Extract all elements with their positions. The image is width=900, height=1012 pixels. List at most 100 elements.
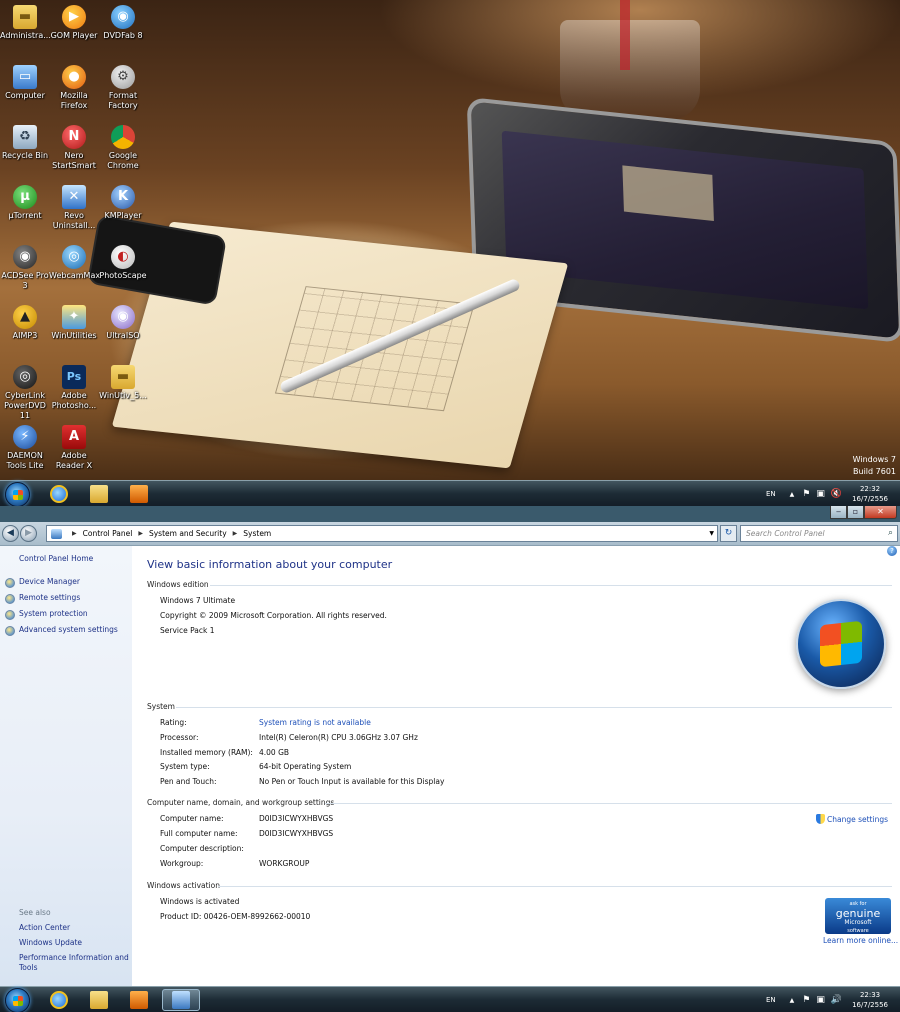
desktop-icon-recycle-bin[interactable]: ♻ Recycle Bin (0, 122, 50, 161)
back-button[interactable]: ◀ (2, 525, 19, 542)
desktop-icon-adobe-reader[interactable]: A Adobe Reader X (49, 422, 99, 471)
shield-icon (5, 610, 15, 620)
genuine-microsoft-badge[interactable]: ask for genuine Microsoft software (825, 898, 891, 934)
taskbar-media-player[interactable] (120, 483, 158, 505)
desktop-icon-webcammax[interactable]: ◎ WebcamMax (49, 242, 100, 281)
activation-status: Windows is activated (160, 897, 240, 906)
desktop-icon-powerdvd[interactable]: ◎ CyberLink PowerDVD 11 (0, 362, 50, 421)
breadcrumb-control-panel[interactable]: Control Panel (83, 529, 133, 538)
webcammax-icon: ◎ (62, 245, 86, 269)
show-hidden-icons-icon[interactable]: ▲ (790, 491, 795, 498)
folder-icon: ▬ (13, 5, 37, 29)
section-divider (210, 585, 892, 586)
desktop-icon-photoshop[interactable]: Ps Adobe Photosho... (49, 362, 99, 411)
wallpaper-straw (620, 0, 630, 70)
desktop-icon-daemon-tools[interactable]: ⚡ DAEMON Tools Lite (0, 422, 50, 471)
desktop-icon-winutilities[interactable]: ✦ WinUtilities (49, 302, 99, 341)
winutilities-icon: ✦ (62, 305, 86, 329)
desktop-icon-computer[interactable]: ▭ Computer (0, 62, 50, 101)
help-button[interactable]: ? (887, 546, 897, 556)
nero-icon: N (62, 125, 86, 149)
language-indicator[interactable]: EN (766, 490, 776, 498)
desktop-icon-dvdfab[interactable]: ◉ DVDFab 8 (98, 2, 148, 41)
window-title-bar[interactable] (0, 506, 900, 522)
search-icon[interactable]: ⌕ (888, 528, 893, 538)
breadcrumb-separator-icon[interactable]: ▶ (138, 530, 143, 537)
service-pack: Service Pack 1 (160, 626, 215, 635)
refresh-button[interactable]: ↻ (720, 525, 737, 542)
breadcrumb-separator-icon[interactable]: ▶ (233, 530, 238, 537)
breadcrumb[interactable]: ▶ Control Panel ▶ System and Security ▶ … (46, 525, 718, 542)
copyright-text: Copyright © 2009 Microsoft Corporation. … (160, 611, 387, 620)
section-divider (218, 886, 892, 887)
taskbar-internet-explorer[interactable] (40, 483, 78, 505)
desktop-icon-chrome[interactable]: Google Chrome (98, 122, 148, 171)
volume-icon[interactable]: 🔇 (831, 489, 842, 499)
windows-update-link[interactable]: Windows Update (19, 938, 82, 947)
taskbar-internet-explorer[interactable] (40, 989, 78, 1011)
rating-label: Rating: (160, 718, 187, 727)
taskbar-media-player[interactable] (120, 989, 158, 1011)
system-protection-link[interactable]: System protection (19, 609, 88, 618)
desktop-icon-ultraiso[interactable]: ◉ UltraISO (98, 302, 148, 341)
clock[interactable]: 22:33 16/7/2556 (852, 990, 888, 1010)
taskbar-control-panel[interactable] (162, 989, 200, 1011)
network-icon[interactable]: ▣ (816, 489, 825, 499)
taskbar-windows-explorer[interactable] (80, 989, 118, 1011)
breadcrumb-system[interactable]: System (243, 529, 271, 538)
desktop-icon-winutiv-folder[interactable]: ▬ WinUtiv_5... (98, 362, 148, 401)
advanced-system-settings-link[interactable]: Advanced system settings (19, 625, 118, 634)
utorrent-icon: µ (13, 185, 37, 209)
desktop-icon-kmplayer[interactable]: K KMPlayer (98, 182, 148, 221)
device-manager-link[interactable]: Device Manager (19, 577, 80, 586)
desktop-icon-format-factory[interactable]: ⚙ Format Factory (98, 62, 148, 111)
close-button[interactable]: ✕ (864, 506, 897, 519)
recycle-bin-icon: ♻ (13, 125, 37, 149)
desktop-icon-administrator[interactable]: ▬ Administra... (0, 2, 51, 41)
wallpaper-cup (560, 20, 700, 120)
desktop-icon-utorrent[interactable]: µ µTorrent (0, 182, 50, 221)
system-rating-link[interactable]: System rating is not available (259, 718, 371, 727)
desktop-icon-acdsee[interactable]: ◉ ACDSee Pro 3 (0, 242, 50, 291)
shield-icon (5, 626, 15, 636)
action-center-link[interactable]: Action Center (19, 923, 70, 932)
language-indicator[interactable]: EN (766, 996, 776, 1004)
desktop-icon-photoscape[interactable]: ◐ PhotoScape (98, 242, 148, 281)
clock[interactable]: 22:32 16/7/2556 (852, 484, 888, 504)
breadcrumb-system-and-security[interactable]: System and Security (149, 529, 227, 538)
breadcrumb-separator-icon[interactable]: ▶ (72, 530, 77, 537)
action-center-flag-icon[interactable]: ⚑ (802, 995, 810, 1005)
desktop-icon-revo[interactable]: ✕ Revo Uninstall... (49, 182, 99, 231)
control-panel-icon (172, 991, 190, 1009)
processor-value: Intel(R) Celeron(R) CPU 3.06GHz 3.07 GHz (259, 733, 418, 742)
learn-more-online-link[interactable]: Learn more online... (823, 936, 898, 945)
search-input[interactable]: Search Control Panel ⌕ (740, 525, 898, 542)
ultraiso-icon: ◉ (111, 305, 135, 329)
memory-value: 4.00 GB (259, 748, 290, 757)
desktop-icon-nero[interactable]: N Nero StartSmart (49, 122, 99, 171)
desktop-icon-aimp[interactable]: ▲ AIMP3 (0, 302, 50, 341)
address-dropdown-icon[interactable]: ▼ (709, 530, 714, 537)
desktop-icon-gom-player[interactable]: ▶ GOM Player (49, 2, 99, 41)
control-panel-home-link[interactable]: Control Panel Home (19, 554, 93, 563)
help-icon: ? (890, 547, 894, 555)
refresh-icon: ↻ (724, 528, 733, 538)
minimize-button[interactable]: ‒ (830, 506, 847, 519)
change-settings-link[interactable]: Change settings (816, 814, 888, 824)
network-icon[interactable]: ▣ (816, 995, 825, 1005)
dvdfab-icon: ◉ (111, 5, 135, 29)
restore-icon: ▫ (852, 507, 859, 516)
system-tray: EN ▲ ⚑ ▣ 🔇 22:32 16/7/2556 (766, 481, 900, 507)
action-center-flag-icon[interactable]: ⚑ (802, 489, 810, 499)
show-hidden-icons-icon[interactable]: ▲ (790, 997, 795, 1004)
taskbar-windows-explorer[interactable] (80, 483, 118, 505)
gom-player-icon: ▶ (62, 5, 86, 29)
maximize-button[interactable]: ▫ (847, 506, 864, 519)
volume-icon[interactable]: 🔊 (831, 995, 842, 1005)
remote-settings-link[interactable]: Remote settings (19, 593, 80, 602)
start-button[interactable] (5, 988, 30, 1012)
performance-information-link[interactable]: Performance Information and Tools (19, 953, 129, 973)
desktop-icon-firefox[interactable]: ● Mozilla Firefox (49, 62, 99, 111)
start-button[interactable] (5, 482, 30, 507)
forward-button[interactable]: ▶ (20, 525, 37, 542)
